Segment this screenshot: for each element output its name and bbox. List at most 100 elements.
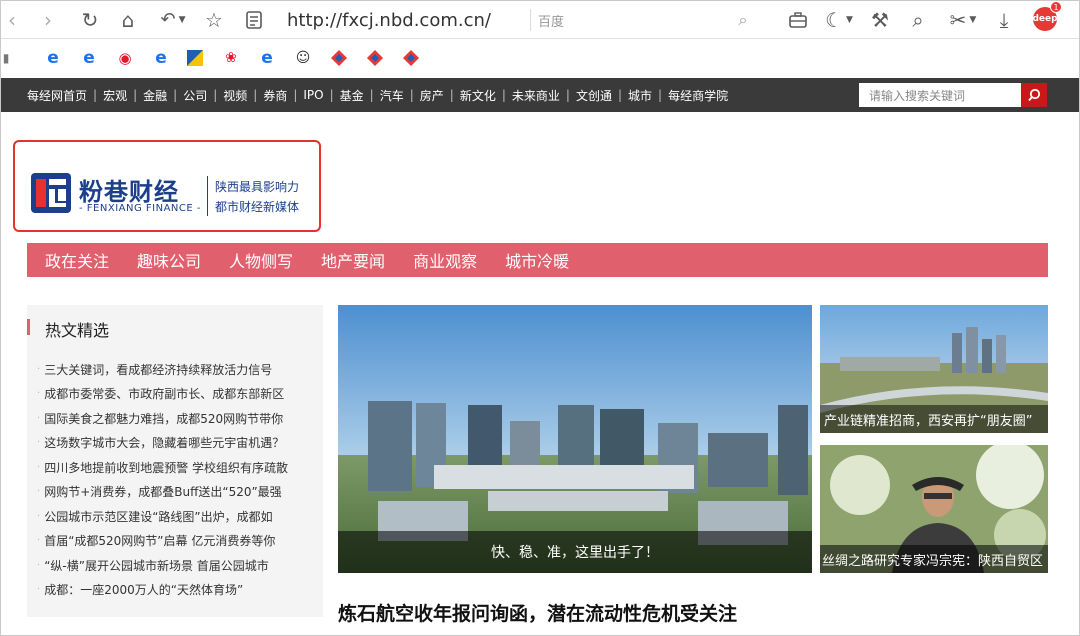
hot-article-item[interactable]: · 国际美食之都魅力难挡，成都520网购节带你	[37, 406, 288, 431]
hot-article-item[interactable]: · 公园城市示范区建设“路线图”出炉，成都如	[37, 504, 288, 529]
hot-article-title: 国际美食之都魅力难挡，成都520网购节带你	[44, 411, 284, 426]
nav-separator: |	[293, 88, 298, 102]
side-feature-caption[interactable]: 丝绸之路研究专家冯宗宪：陕西自贸区	[820, 545, 1048, 573]
hot-article-item[interactable]: · 网购节+消费券，成都叠Buff送出“520”最强	[37, 480, 288, 505]
nav-link[interactable]: 券商	[263, 87, 287, 104]
diamond-icon[interactable]	[329, 48, 349, 68]
hot-article-item[interactable]: · 三大关键词，看成都经济持续释放活力信号	[37, 357, 288, 382]
hot-article-item[interactable]: · 首届“成都520网购节”启幕 亿元消费券等你	[37, 529, 288, 554]
site-search-input[interactable]: 请输入搜索关键词	[859, 83, 1021, 107]
download-icon[interactable]: ⤓	[991, 7, 1017, 33]
hot-article-title: 四川多地提前收到地震预警 学校组织有序疏散	[44, 460, 289, 475]
nav-link[interactable]: 每经商学院	[668, 87, 728, 104]
nav-separator: |	[173, 88, 178, 102]
ie-icon[interactable]: e	[257, 48, 277, 68]
app-icon[interactable]: ❀	[221, 48, 241, 68]
app-icon[interactable]: ☺	[293, 48, 313, 68]
nav-link[interactable]: 每经网首页	[27, 87, 87, 104]
site-search-button[interactable]	[1021, 83, 1047, 107]
nav-link[interactable]: 城市	[628, 87, 652, 104]
browser-search-input[interactable]: 百度	[538, 6, 760, 34]
nav-separator: |	[658, 88, 663, 102]
category-tab[interactable]: 人物侧写	[229, 248, 293, 272]
nav-link[interactable]: 文创通	[576, 87, 612, 104]
star-icon[interactable]: ☆	[201, 7, 227, 33]
hot-articles-list: · 三大关键词，看成都经济持续释放活力信号 · 成都市委常委、市政府副市长、成都东部新…	[37, 357, 288, 602]
nav-separator: |	[565, 88, 570, 102]
hot-article-title: 三大关键词，看成都经济持续释放活力信号	[44, 362, 273, 377]
category-tab[interactable]: 商业观察	[413, 248, 477, 272]
ie-icon[interactable]: e	[151, 48, 171, 68]
hot-article-item[interactable]: · 四川多地提前收到地震预警 学校组织有序疏散	[37, 455, 288, 480]
nav-separator: |	[253, 88, 258, 102]
nav-separator: |	[213, 88, 218, 102]
category-tab[interactable]: 政在关注	[45, 248, 109, 272]
fenxiang-logo-icon	[31, 173, 71, 213]
hot-article-title: 成都：一座2000万人的“天然体育场”	[44, 583, 244, 598]
hot-article-item[interactable]: · 成都市委常委、市政府副市长、成都东部新区	[37, 382, 288, 407]
refresh-icon[interactable]: ↻	[77, 7, 103, 33]
favorites-bar: ▮ e e ◉ e ❀ e ☺	[1, 41, 1079, 75]
bullet-icon: ·	[37, 412, 41, 424]
nav-separator: |	[449, 88, 454, 102]
hot-article-item[interactable]: · “纵-横”展开公园城市新场景 首届公园城市	[37, 553, 288, 578]
logo-divider	[207, 176, 208, 216]
nav-link[interactable]: 基金	[340, 87, 364, 104]
bullet-icon: ·	[37, 535, 41, 547]
weibo-icon[interactable]: ◉	[115, 48, 135, 68]
nav-separator: |	[93, 88, 98, 102]
bullet-icon: ·	[37, 437, 41, 449]
diamond-icon[interactable]	[365, 48, 385, 68]
nav-link[interactable]: IPO	[303, 88, 323, 102]
nav-link[interactable]: 汽车	[380, 87, 404, 104]
home-icon[interactable]: ⌂	[115, 7, 141, 33]
toolbox-icon[interactable]	[785, 7, 811, 33]
hot-article-title: 网购节+消费券，成都叠Buff送出“520”最强	[44, 485, 282, 500]
nav-separator: |	[133, 88, 138, 102]
undo-icon[interactable]: ↶ ▼	[153, 7, 193, 33]
logo-name-en: - FENXIANG FINANCE -	[79, 203, 201, 214]
nav-link[interactable]: 金融	[143, 87, 167, 104]
nav-separator: |	[369, 88, 374, 102]
main-feature-caption[interactable]: 快、稳、准，这里出手了！	[338, 531, 812, 573]
category-tab[interactable]: 趣味公司	[137, 248, 201, 272]
nav-separator: |	[329, 88, 334, 102]
tools-icon[interactable]: ⚒	[867, 7, 893, 33]
bullet-icon: ·	[37, 363, 41, 375]
side-feature-caption[interactable]: 产业链精准招商，西安再扩“朋友圈”	[820, 405, 1048, 433]
night-mode-icon[interactable]: ☾ ▼	[819, 7, 859, 33]
nav-separator: |	[617, 88, 623, 102]
bullet-icon: ·	[37, 559, 41, 571]
site-logo[interactable]: 粉巷财经 - FENXIANG FINANCE - 陕西最具影响力 都市财经新媒…	[13, 140, 321, 232]
nav-link[interactable]: 视频	[223, 87, 247, 104]
translate-icon[interactable]: ⌕	[905, 7, 931, 33]
chart-icon[interactable]	[185, 48, 205, 68]
reader-icon[interactable]	[241, 7, 267, 33]
ie-icon[interactable]: e	[43, 48, 63, 68]
nav-link[interactable]: 房产	[420, 87, 444, 104]
address-bar[interactable]: http://fxcj.nbd.com.cn/	[287, 6, 529, 34]
hot-article-item[interactable]: · 成都：一座2000万人的“天然体育场”	[37, 578, 288, 603]
category-tab[interactable]: 地产要闻	[321, 248, 385, 272]
logo-name: 粉巷财经	[79, 177, 179, 206]
bullet-icon: ·	[37, 388, 41, 400]
diamond-icon[interactable]	[401, 48, 421, 68]
forward-icon[interactable]: ›	[39, 7, 57, 33]
nav-link[interactable]: 未来商业	[512, 87, 560, 104]
hot-article-title: 这场数字城市大会，隐藏着哪些元宇宙机遇？	[44, 436, 285, 451]
hot-article-item[interactable]: · 这场数字城市大会，隐藏着哪些元宇宙机遇？	[37, 431, 288, 456]
category-tab[interactable]: 城市冷暖	[505, 248, 569, 272]
nav-link[interactable]: 公司	[183, 87, 207, 104]
hot-article-title: “纵-横”展开公园城市新场景 首届公园城市	[44, 558, 269, 573]
headline-link[interactable]: 炼石航空收年报问询函，潜在流动性危机受关注	[338, 599, 737, 626]
nav-link[interactable]: 宏观	[103, 87, 127, 104]
nav-link[interactable]: 新文化	[460, 87, 496, 104]
search-icon[interactable]: ⌕	[733, 7, 753, 33]
nav-links: 每经网首页 | 宏观 | 金融 | 公司 | 视频 | 券商 | IPO | 基金 | 汽车 | 房产 | 新文化 | 未来…	[27, 78, 728, 112]
search-icon	[1028, 88, 1041, 102]
ie-icon[interactable]: e	[79, 48, 99, 68]
screenshot-icon[interactable]: ✂ ▼	[943, 7, 983, 33]
divider	[530, 9, 531, 31]
favorites-toggle-icon[interactable]: ▮	[1, 48, 11, 68]
back-icon[interactable]: ‹	[3, 7, 21, 33]
